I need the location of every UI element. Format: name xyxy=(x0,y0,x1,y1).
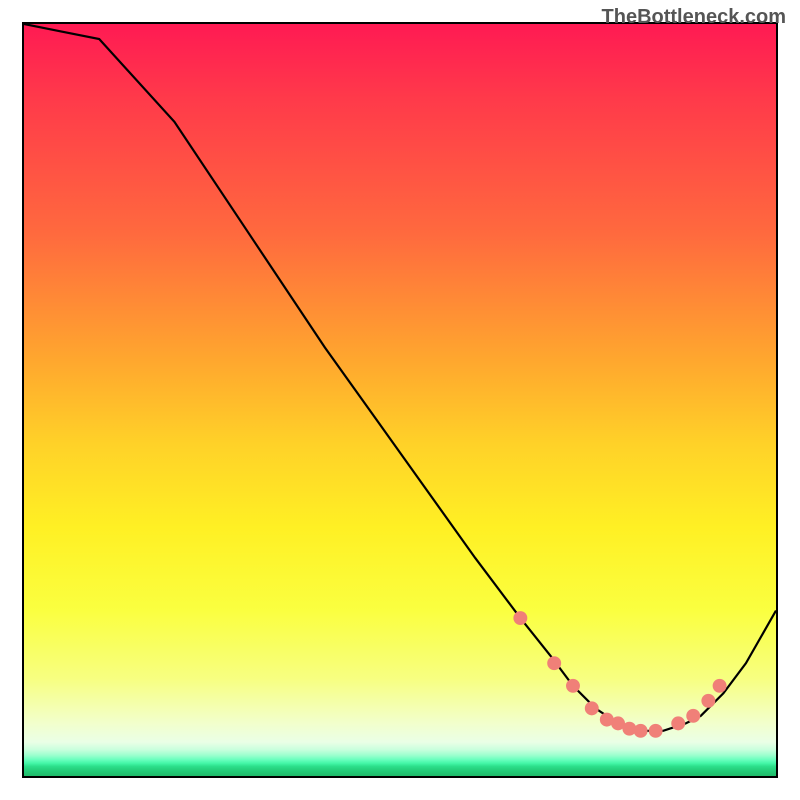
curve-line xyxy=(24,24,776,731)
marker-dot xyxy=(686,709,700,723)
marker-dot xyxy=(649,724,663,738)
marker-dot xyxy=(713,679,727,693)
marker-dot xyxy=(585,701,599,715)
marker-dots xyxy=(513,611,726,738)
marker-dot xyxy=(701,694,715,708)
plot-area xyxy=(22,22,778,778)
marker-dot xyxy=(513,611,527,625)
watermark-text: TheBottleneck.com xyxy=(602,6,786,29)
marker-dot xyxy=(634,724,648,738)
marker-dot xyxy=(547,656,561,670)
marker-dot xyxy=(671,716,685,730)
chart-svg xyxy=(24,24,776,776)
marker-dot xyxy=(566,679,580,693)
